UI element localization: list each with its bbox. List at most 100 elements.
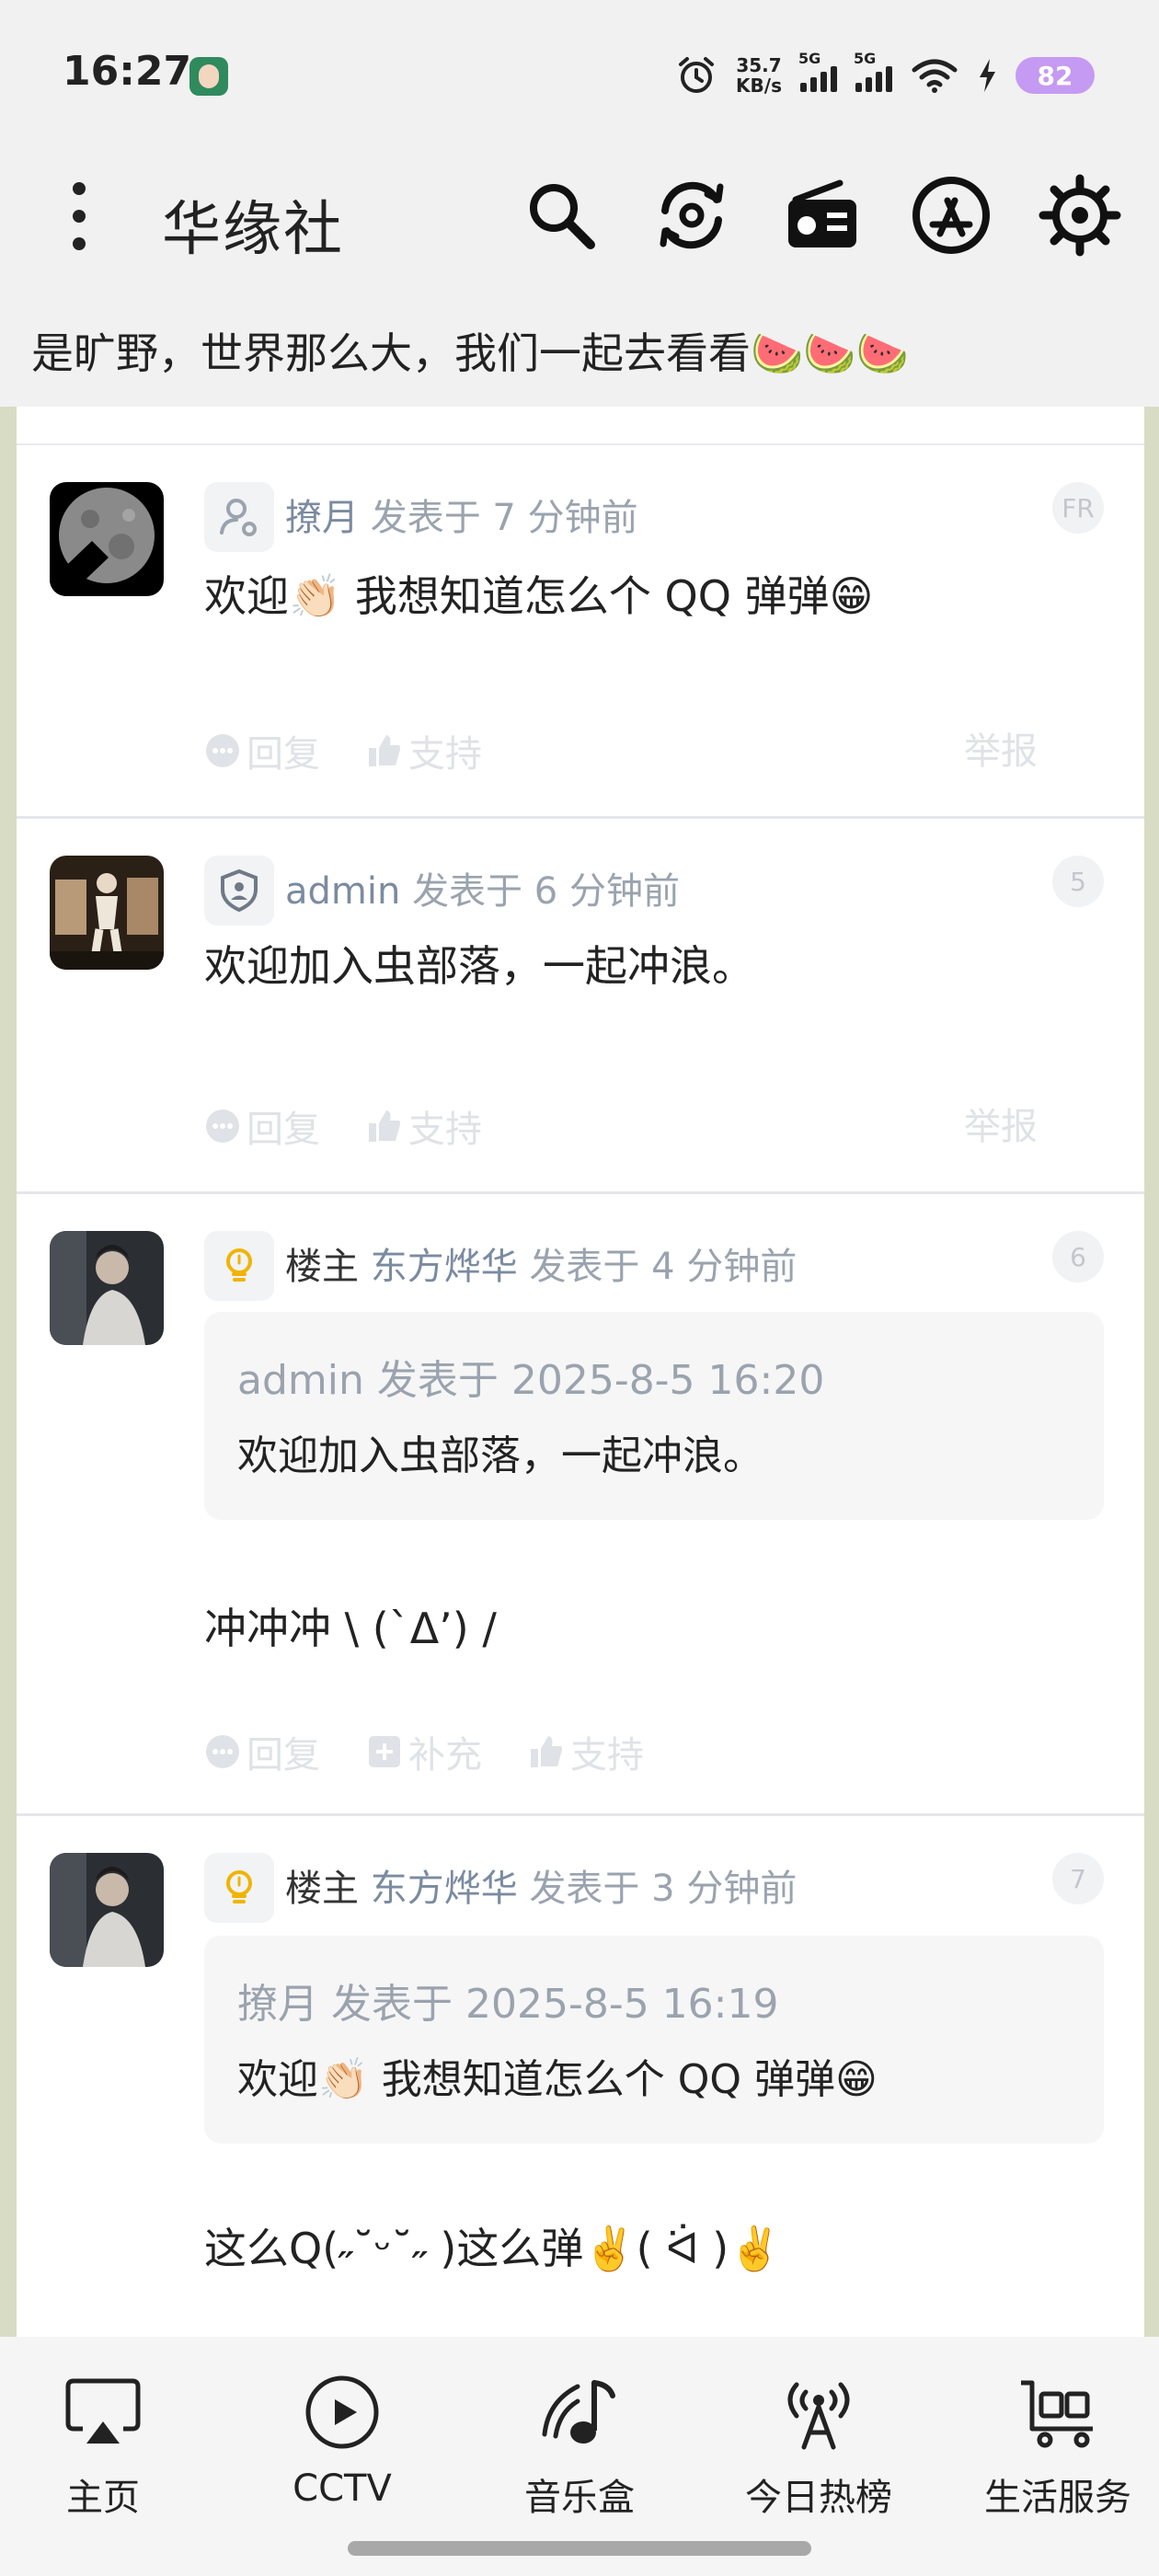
quote-meta: admin 发表于 2025-8-5 16:20: [237, 1357, 825, 1404]
reply-label: 回复: [247, 1734, 320, 1777]
nav-label: 主页: [66, 2477, 140, 2519]
user-avatar[interactable]: [50, 1231, 164, 1345]
airplay-icon: [57, 2368, 149, 2456]
network-speed: 35.7 KB/s: [736, 55, 782, 96]
reply-actions: 回复 支持: [204, 723, 482, 778]
reply-content: 这么Q(˶˘ᵕ˘˶ )这么弹✌️( ᐛ )✌️: [204, 2224, 782, 2273]
quote-text: 欢迎加入虫部落，一起冲浪。: [237, 1432, 763, 1479]
quote-text: 欢迎👏🏻 我想知道怎么个 QQ 弹弹😁: [237, 2056, 878, 2103]
cart-icon: [1012, 2368, 1104, 2456]
like-label: 支持: [408, 733, 482, 776]
like-button[interactable]: 支持: [528, 1725, 644, 1778]
status-bar: 16:27 35.7 KB/s 5G 5G 82: [0, 0, 1159, 147]
post-time: 发表于 4 分钟前: [529, 1246, 798, 1288]
reply-content: 欢迎加入虫部落，一起冲浪。: [204, 941, 754, 991]
comment-icon: [206, 734, 239, 767]
supplement-label: 补充: [408, 1734, 482, 1777]
network-speed-value: 35.7: [736, 54, 782, 76]
nav-item-music[interactable]: 音乐盒: [478, 2368, 681, 2534]
nav-label: 音乐盒: [524, 2477, 635, 2519]
reply-meta: admin 发表于 6 分钟前: [285, 861, 680, 914]
signal-1-label: 5G: [798, 50, 821, 67]
comment-icon: [206, 1735, 239, 1768]
nav-item-hot-list[interactable]: 今日热榜: [717, 2368, 920, 2534]
reply-meta: 楼主 东方烨华 发表于 4 分钟前: [285, 1236, 797, 1290]
comment-icon: [206, 1110, 239, 1143]
broadcast-icon: [773, 2368, 865, 2456]
nav-label: CCTV: [293, 2467, 392, 2510]
bottom-navigation: 主页 CCTV 音乐盒 今日热榜 生活服务: [0, 2337, 1159, 2576]
reply-label: 回复: [247, 1109, 320, 1151]
author-name[interactable]: 东方烨华: [371, 1868, 518, 1910]
op-badge: 楼主: [285, 1868, 359, 1910]
reply-list: 撩月 发表于 7 分钟前 FR 欢迎👏🏻 我想知道怎么个 QQ 弹弹😁 回复 支…: [17, 407, 1144, 2337]
status-time: 16:27: [63, 48, 192, 95]
lightbulb-icon: [204, 1853, 274, 1923]
report-button[interactable]: 举报: [964, 1097, 1038, 1150]
user-avatar[interactable]: [50, 1853, 164, 1967]
like-button[interactable]: 支持: [366, 1099, 482, 1153]
user-avatar[interactable]: [50, 482, 164, 596]
nav-label: 生活服务: [984, 2477, 1131, 2519]
op-badge: 楼主: [285, 1246, 359, 1288]
notification-avatar-icon: [189, 57, 228, 96]
thumbs-up-icon: [369, 1110, 400, 1142]
wifi-icon: [912, 59, 958, 93]
reply-content: 欢迎👏🏻 我想知道怎么个 QQ 弹弹😁: [204, 571, 874, 621]
floor-badge: 5: [1052, 856, 1104, 907]
more-menu-icon[interactable]: [61, 175, 98, 258]
reply-item: 楼主 东方烨华 发表于 3 分钟前 7 撩月 发表于 2025-8-5 16:1…: [17, 1816, 1144, 2337]
reply-item: 楼主 东方烨华 发表于 4 分钟前 6 admin 发表于 2025-8-5 1…: [17, 1194, 1144, 1816]
reply-actions: 回复 补充 支持: [204, 1724, 644, 1779]
author-name[interactable]: 撩月: [285, 497, 359, 539]
nav-label: 今日热榜: [745, 2477, 892, 2519]
shield-icon: [204, 856, 274, 926]
battery-level: 82: [1016, 57, 1095, 94]
report-button[interactable]: 举报: [964, 721, 1038, 775]
app-store-icon[interactable]: [907, 171, 995, 259]
charging-icon: [980, 59, 995, 92]
nav-item-cctv[interactable]: CCTV: [241, 2368, 443, 2534]
announcement-marquee: 是旷野，世界那么大，我们一起去看看🍉🍉🍉: [31, 328, 909, 378]
user-settings-icon: [204, 482, 274, 552]
floor-badge: 7: [1052, 1853, 1104, 1904]
quoted-reply[interactable]: admin 发表于 2025-8-5 16:20 欢迎加入虫部落，一起冲浪。: [204, 1312, 1104, 1520]
post-time: 发表于 7 分钟前: [370, 497, 638, 539]
nav-item-home[interactable]: 主页: [2, 2368, 204, 2534]
quoted-reply[interactable]: 撩月 发表于 2025-8-5 16:19 欢迎👏🏻 我想知道怎么个 QQ 弹弹…: [204, 1936, 1104, 2144]
reply-meta: 撩月 发表于 7 分钟前: [285, 488, 638, 541]
reply-item: admin 发表于 6 分钟前 5 欢迎加入虫部落，一起冲浪。 回复 支持 举报: [17, 819, 1144, 1194]
alarm-icon: [679, 57, 715, 93]
nav-item-life-services[interactable]: 生活服务: [957, 2368, 1159, 2534]
like-label: 支持: [570, 1734, 644, 1777]
like-button[interactable]: 支持: [366, 724, 482, 777]
supplement-button[interactable]: 补充: [366, 1725, 482, 1778]
settings-icon[interactable]: [1036, 171, 1124, 259]
signal-1-icon: 5G: [798, 50, 837, 92]
reply-button[interactable]: 回复: [204, 724, 320, 777]
lightbulb-icon: [204, 1231, 274, 1301]
author-name[interactable]: 东方烨华: [371, 1246, 518, 1288]
reply-actions: 回复 支持: [204, 1098, 482, 1154]
post-time: 发表于 3 分钟前: [529, 1868, 798, 1910]
thumbs-up-icon: [531, 1736, 562, 1767]
thumbs-up-icon: [369, 735, 400, 766]
reply-item: 撩月 发表于 7 分钟前 FR 欢迎👏🏻 我想知道怎么个 QQ 弹弹😁 回复 支…: [17, 445, 1144, 819]
radio-icon[interactable]: [778, 171, 866, 259]
music-icon: [534, 2368, 625, 2456]
sync-icon[interactable]: [648, 171, 736, 259]
search-icon[interactable]: [517, 171, 605, 259]
add-note-icon: [369, 1736, 400, 1767]
reply-label: 回复: [247, 733, 320, 776]
signal-2-label: 5G: [854, 50, 877, 67]
reply-button[interactable]: 回复: [204, 1099, 320, 1153]
signal-2-icon: 5G: [854, 50, 892, 92]
home-indicator[interactable]: [348, 2541, 811, 2556]
reply-meta: 楼主 东方烨华 发表于 3 分钟前: [285, 1858, 797, 1912]
app-title: 华缘社: [162, 196, 344, 264]
reply-content: 冲冲冲 \ (`Δ’) /: [204, 1604, 497, 1653]
reply-button[interactable]: 回复: [204, 1725, 320, 1778]
network-speed-unit: KB/s: [736, 75, 782, 97]
user-avatar[interactable]: [50, 856, 164, 970]
author-name[interactable]: admin: [285, 870, 400, 913]
